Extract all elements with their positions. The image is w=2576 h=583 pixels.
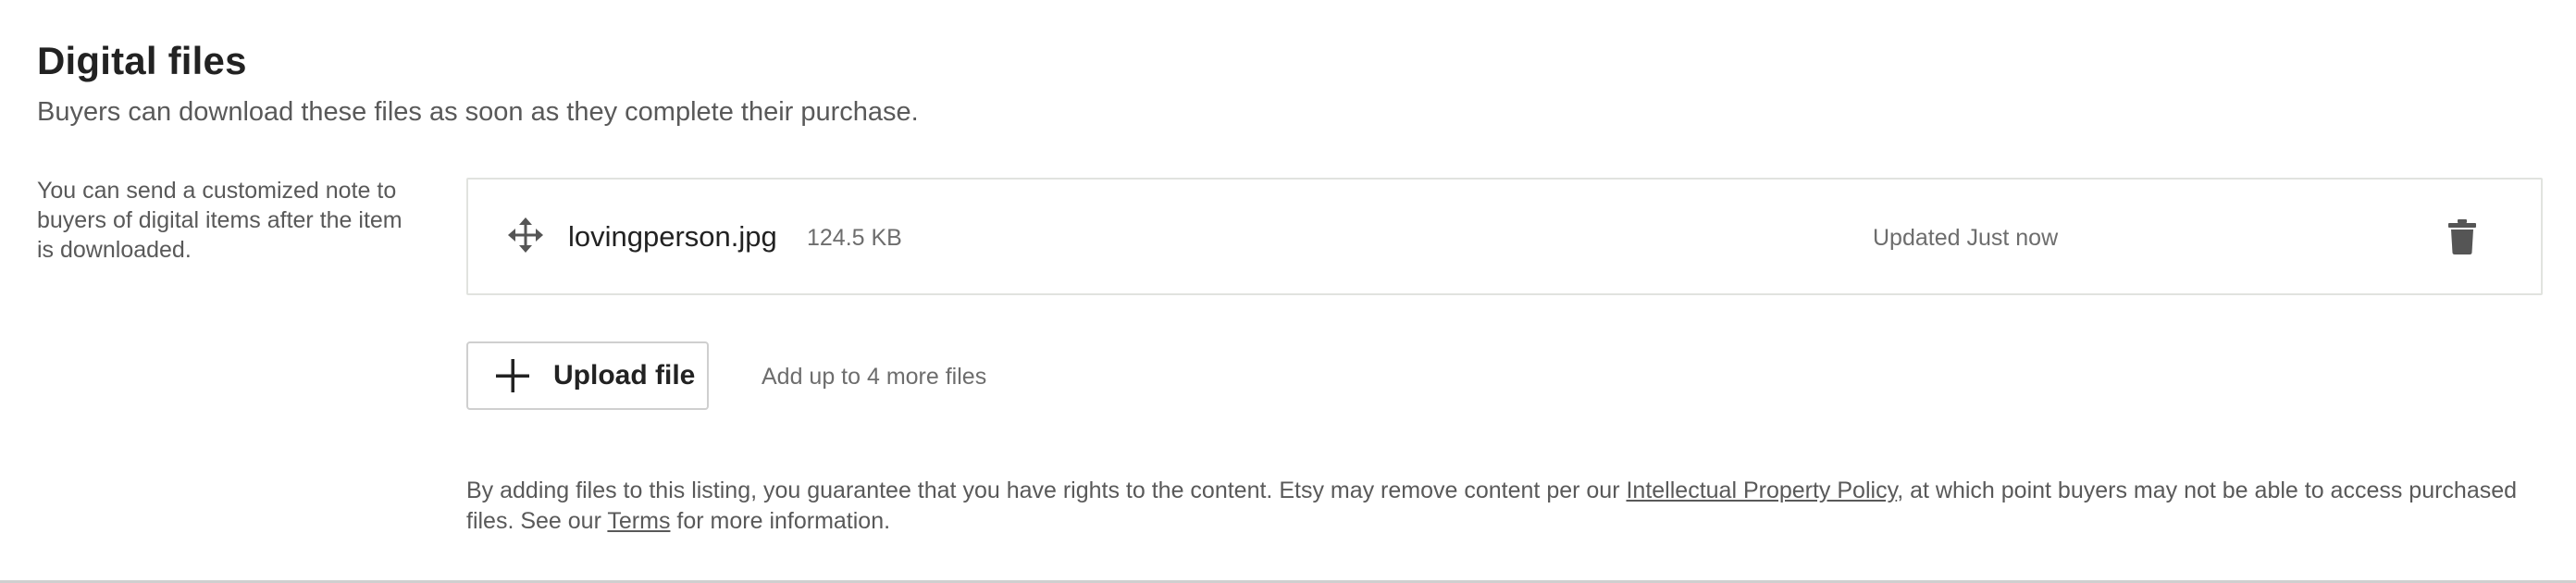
disclaimer-text-3: for more information. [670, 508, 891, 534]
upload-file-button[interactable]: Upload file [466, 341, 709, 410]
section-title: Digital files [37, 39, 247, 82]
intellectual-property-policy-link[interactable]: Intellectual Property Policy [1626, 478, 1897, 503]
rights-disclaimer: By adding files to this listing, you gua… [466, 476, 2530, 537]
section-subtitle: Buyers can download these files as soon … [37, 97, 919, 127]
terms-link[interactable]: Terms [607, 508, 670, 534]
delete-file-button[interactable] [2439, 215, 2485, 261]
disclaimer-text-1: By adding files to this listing, you gua… [466, 478, 1627, 503]
file-size: 124.5 KB [807, 225, 902, 251]
trash-icon [2448, 218, 2476, 257]
upload-limit-hint: Add up to 4 more files [762, 364, 987, 390]
side-note: You can send a customized note to buyers… [37, 178, 402, 263]
file-row: lovingperson.jpg 124.5 KB Updated Just n… [466, 178, 2543, 295]
upload-file-label: Upload file [553, 360, 696, 391]
plus-icon [494, 357, 531, 394]
file-updated-status: Updated Just now [1873, 225, 2059, 251]
move-icon[interactable] [507, 217, 544, 254]
digital-files-section: Digital files Buyers can download these … [0, 0, 2576, 583]
file-name: lovingperson.jpg [568, 220, 777, 253]
